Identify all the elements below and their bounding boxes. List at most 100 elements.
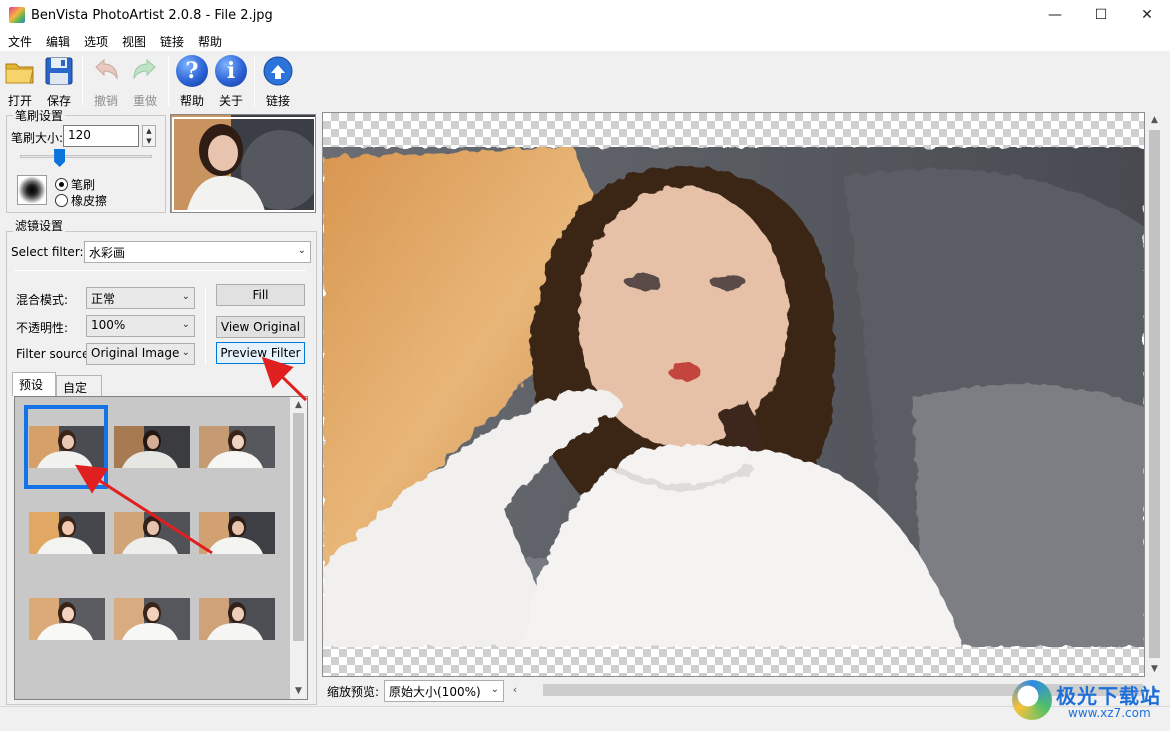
toolbar-separator	[168, 56, 169, 106]
scroll-down-icon[interactable]: ▼	[1146, 661, 1163, 677]
preset-thumbnail[interactable]	[114, 598, 190, 640]
filter-select[interactable]: 水彩画 ⌄	[84, 241, 311, 263]
help-button[interactable]: ? 帮助	[172, 55, 212, 108]
preset-thumbnail[interactable]	[199, 426, 275, 468]
about-button[interactable]: i 关于	[211, 55, 251, 108]
minimize-button[interactable]: —	[1032, 0, 1078, 31]
chevron-down-icon: ⌄	[490, 684, 499, 695]
chevron-down-icon: ⌄	[181, 291, 190, 302]
eraser-radio-label: 橡皮擦	[71, 194, 108, 208]
question-mark-icon: ?	[176, 55, 208, 87]
zoom-preview-label: 缩放预览:	[327, 685, 380, 699]
status-bar	[0, 706, 1170, 731]
canvas-vertical-scrollbar-thumb[interactable]	[1149, 130, 1160, 658]
canvas-vertical-scrollbar[interactable]: ▲ ▼	[1146, 112, 1163, 677]
brush-settings-label: 笔刷设置	[13, 107, 66, 124]
scroll-up-icon[interactable]: ▲	[1146, 112, 1163, 128]
brush-size-label: 笔刷大小:	[11, 131, 64, 145]
info-icon: i	[215, 55, 247, 87]
undo-label: 撤销	[93, 94, 118, 108]
menu-options[interactable]: 选项	[84, 33, 108, 50]
view-original-button[interactable]: View Original	[216, 316, 305, 338]
opacity-value: 100%	[91, 318, 126, 332]
radio-unselected-icon	[55, 194, 68, 207]
help-label: 帮助	[179, 94, 204, 108]
app-icon	[9, 7, 25, 23]
filter-source-label: Filter source:	[16, 347, 94, 361]
chevron-down-icon: ⌄	[181, 347, 190, 358]
preset-selection-highlight	[24, 405, 108, 489]
redo-arrow-icon	[129, 55, 161, 87]
folder-icon	[4, 55, 36, 87]
preview-filter-button[interactable]: Preview Filter	[216, 342, 305, 364]
filter-settings-label: 滤镜设置	[13, 217, 66, 234]
redo-label: 重做	[132, 94, 157, 108]
watercolor-preview-image	[323, 147, 1144, 647]
window-title: BenVista PhotoArtist 2.0.8 - File 2.jpg	[31, 8, 273, 23]
menu-bar: 文件 编辑 选项 视图 链接 帮助	[0, 31, 1170, 51]
opacity-label: 不透明性:	[16, 321, 69, 335]
watermark-name: 极光下载站	[1056, 684, 1161, 708]
brush-shape-preview	[17, 175, 47, 205]
link-button[interactable]: 链接	[258, 55, 298, 108]
filter-source-select[interactable]: Original Image ⌄	[86, 343, 195, 365]
watermark-url: www.xz7.com	[1068, 706, 1151, 720]
toolbar-separator	[254, 56, 255, 106]
scroll-left-icon[interactable]: ‹	[507, 680, 523, 700]
radio-selected-icon	[55, 178, 68, 191]
select-filter-label: Select filter:	[11, 245, 84, 259]
open-button[interactable]: 打开	[0, 55, 40, 108]
chevron-down-icon: ⌄	[297, 245, 306, 256]
zoom-value: 原始大小(100%)	[389, 685, 481, 699]
preset-thumbnail[interactable]	[29, 598, 105, 640]
about-label: 关于	[218, 94, 243, 108]
brush-radio-label: 笔刷	[71, 178, 96, 192]
preset-thumbnail[interactable]	[199, 512, 275, 554]
undo-button[interactable]: 撤销	[86, 55, 126, 108]
stepper-down-icon: ▼	[146, 137, 152, 145]
image-canvas[interactable]	[322, 112, 1145, 677]
opacity-select[interactable]: 100% ⌄	[86, 315, 195, 337]
tab-preset[interactable]: 预设	[12, 372, 56, 396]
scroll-down-icon[interactable]: ▼	[290, 683, 307, 699]
redo-button[interactable]: 重做	[125, 55, 165, 108]
preset-thumbnail[interactable]	[114, 426, 190, 468]
brush-size-stepper[interactable]: ▲ ▼	[142, 125, 156, 147]
divider	[14, 270, 306, 271]
blend-mode-select[interactable]: 正常 ⌄	[86, 287, 195, 309]
undo-arrow-icon	[90, 55, 122, 87]
menu-file[interactable]: 文件	[8, 33, 32, 50]
save-button[interactable]: 保存	[39, 55, 79, 108]
preset-scrollbar[interactable]: ▲ ▼	[290, 397, 307, 699]
link-label: 链接	[265, 94, 290, 108]
brush-size-slider[interactable]	[20, 155, 152, 158]
maximize-button[interactable]: ☐	[1078, 0, 1124, 31]
preset-thumbnail[interactable]	[114, 512, 190, 554]
zoom-select[interactable]: 原始大小(100%) ⌄	[384, 680, 504, 702]
menu-view[interactable]: 视图	[122, 33, 146, 50]
title-bar: BenVista PhotoArtist 2.0.8 - File 2.jpg …	[0, 0, 1170, 31]
menu-edit[interactable]: 编辑	[46, 33, 70, 50]
preset-thumbnail[interactable]	[199, 598, 275, 640]
menu-help[interactable]: 帮助	[198, 33, 222, 50]
preset-scrollbar-thumb[interactable]	[293, 413, 304, 641]
close-button[interactable]: ✕	[1124, 0, 1170, 31]
blend-mode-value: 正常	[91, 292, 116, 306]
menu-link[interactable]: 链接	[160, 33, 184, 50]
tab-custom[interactable]: 自定义	[56, 375, 102, 412]
scroll-up-icon[interactable]: ▲	[290, 397, 307, 413]
watermark-logo-icon	[1012, 680, 1052, 720]
site-watermark: 极光下载站 www.xz7.com	[1012, 676, 1162, 724]
floppy-disk-icon	[43, 55, 75, 87]
filter-select-value: 水彩画	[89, 246, 126, 260]
preset-grid: ▲ ▼	[14, 396, 308, 700]
brush-radio[interactable]: 笔刷	[55, 176, 95, 193]
globe-link-icon	[262, 55, 294, 87]
fill-button[interactable]: Fill	[216, 284, 305, 306]
eraser-radio[interactable]: 橡皮擦	[55, 192, 107, 209]
brush-size-input[interactable]: 120	[63, 125, 139, 147]
navigator-thumbnail[interactable]	[170, 114, 316, 213]
preset-thumbnail[interactable]	[29, 512, 105, 554]
filter-source-value: Original Image	[91, 346, 180, 360]
toolbar-separator	[82, 56, 83, 106]
